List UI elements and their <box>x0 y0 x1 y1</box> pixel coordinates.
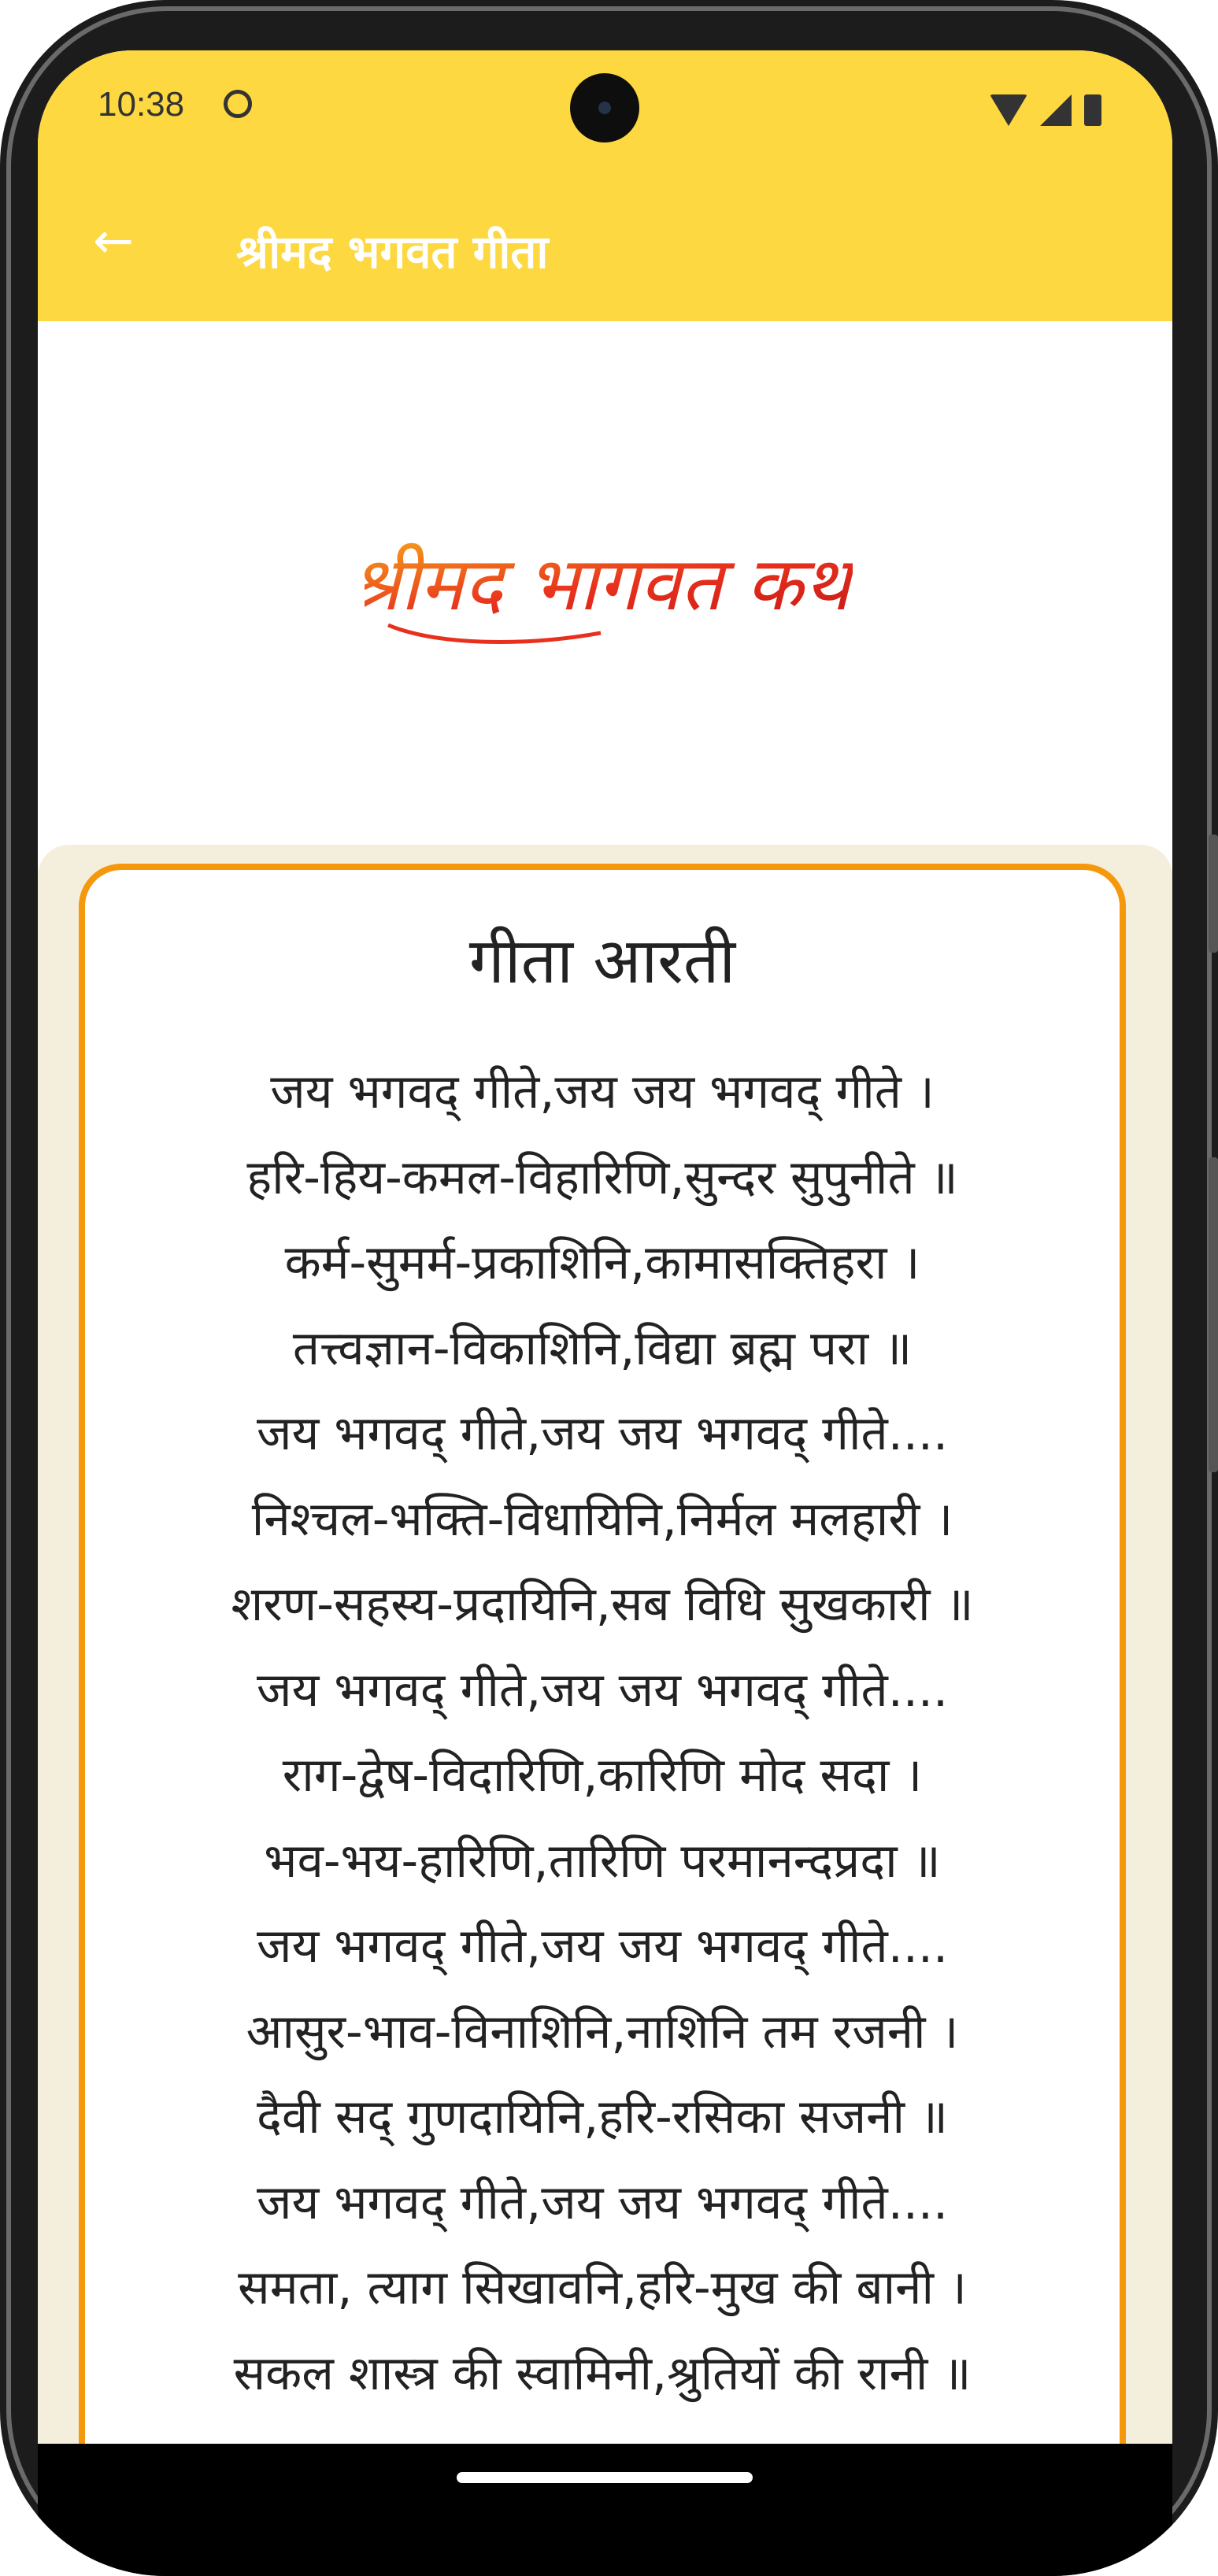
navigation-bar <box>38 2444 1172 2576</box>
home-gesture-handle[interactable] <box>457 2472 753 2483</box>
notification-face-icon <box>224 90 252 118</box>
phone-frame: 10:38 ← श्रीमद भगवत गीता श्रीमद भागवत कथ… <box>0 0 1218 2576</box>
battery-icon <box>1084 94 1101 126</box>
verse-line: निश्चल-भक्ति-विधायिनि,निर्मल मलहारी । <box>251 1491 953 1547</box>
svg-text:श्रीमद भागवत कथा: श्रीमद भागवत कथा <box>365 542 853 627</box>
card-title: गीता आरती <box>468 924 736 997</box>
verse-line: शरण-सहस्य-प्रदायिनि,सब विधि सुखकारी ॥ <box>231 1577 974 1632</box>
verse-line: दैवी सद् गुणदायिनि,हरि-रसिका सजनी ॥ <box>257 2089 948 2145</box>
verse-line: जय भगवद् गीते,जय जय भगवद् गीते.... <box>256 1662 949 1718</box>
logo-area: श्रीमद भागवत कथा <box>38 321 1172 845</box>
signal-icon <box>1040 94 1072 126</box>
back-arrow-icon[interactable]: ← <box>93 217 140 265</box>
verse-line: जय भगवद् गीते,जय जय भगवद् गीते.... <box>256 1919 949 1974</box>
screen: 10:38 ← श्रीमद भगवत गीता श्रीमद भागवत कथ… <box>38 50 1172 2444</box>
verse-line: भव-भय-हारिणि,तारिणि परमानन्दप्रदा ॥ <box>264 1833 941 1889</box>
verse-line: तत्त्वज्ञान-विकाशिनि,विद्या ब्रह्म परा ॥ <box>292 1320 913 1376</box>
status-icons <box>990 91 1101 126</box>
verse-line: कर्म-सुमर्म-प्रकाशिनि,कामासक्तिहरा । <box>284 1235 920 1290</box>
status-time: 10:38 <box>98 85 185 124</box>
app-bar: ← श्रीमद भगवत गीता <box>38 168 1172 321</box>
aarti-card: गीता आरती जय भगवद् गीते,जय जय भगवद् गीते… <box>79 864 1126 2444</box>
verse-line: सकल शास्त्र की स्वामिनी,श्रुतियों की रान… <box>233 2345 972 2401</box>
verse-line: जय भगवद् गीते,जय जय भगवद् गीते.... <box>256 1406 949 1461</box>
verse-line: जय भगवद् गीते,जय जय भगवद् गीते.... <box>256 2174 949 2230</box>
verse-line: राग-द्वेष-विदारिणि,कारिणि मोद सदा । <box>282 1748 923 1803</box>
app-title: श्रीमद भगवत गीता <box>236 225 549 279</box>
volume-button <box>1209 835 1218 953</box>
verse-list: जय भगवद् गीते,जय जय भगवद् गीते । हरि-हिय… <box>85 1049 1120 2416</box>
status-bar: 10:38 <box>38 50 1172 168</box>
power-button <box>1209 1157 1218 1472</box>
front-camera <box>570 73 639 142</box>
verse-line: हरि-हिय-कमल-विहारिणि,सुन्दर सुपुनीते ॥ <box>246 1149 958 1205</box>
verse-line: समता, त्याग सिखावनि,हरि-मुख की बानी । <box>238 2260 967 2315</box>
wifi-icon <box>990 94 1027 126</box>
verse-line: जय भगवद् गीते,जय जय भगवद् गीते । <box>270 1064 935 1120</box>
verse-line: आसुर-भाव-विनाशिनि,नाशिनि तम रजनी । <box>246 2004 959 2060</box>
shrimad-bhagwat-katha-logo: श्रीमद भागवत कथा <box>365 542 853 644</box>
